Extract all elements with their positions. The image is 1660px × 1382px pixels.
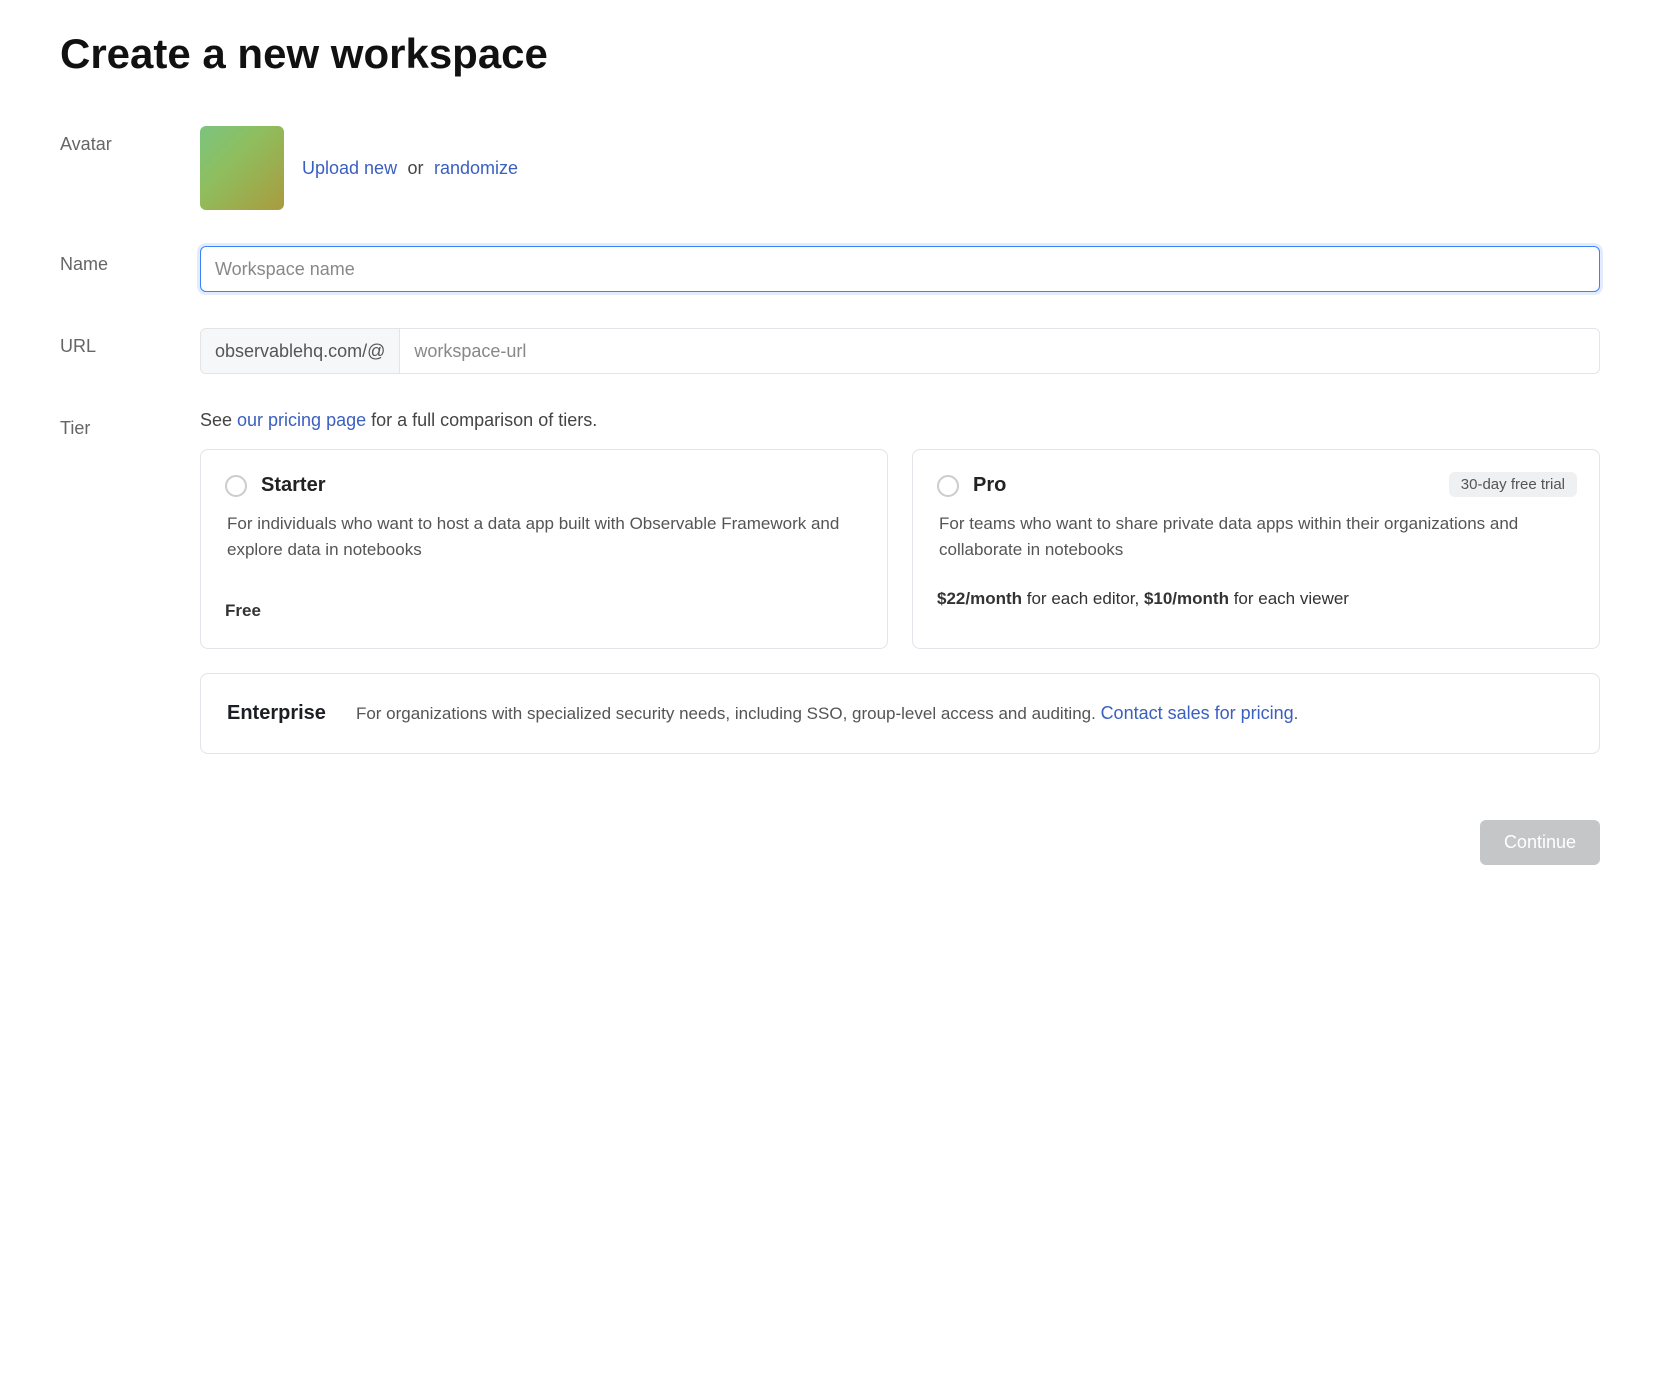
url-prefix: observablehq.com/@: [201, 329, 400, 373]
tier-pro-price: $22/month for each editor, $10/month for…: [937, 586, 1575, 612]
tier-label: Tier: [60, 410, 200, 439]
page-title: Create a new workspace: [60, 30, 1600, 78]
upload-new-link[interactable]: Upload new: [302, 158, 397, 178]
name-row: Name: [60, 246, 1600, 292]
url-field[interactable]: observablehq.com/@ workspace-url: [200, 328, 1600, 374]
url-row: URL observablehq.com/@ workspace-url: [60, 328, 1600, 374]
tier-card-starter[interactable]: Starter For individuals who want to host…: [200, 449, 888, 649]
footer-actions: Continue: [60, 820, 1600, 865]
tier-pro-desc: For teams who want to share private data…: [937, 511, 1575, 562]
tier-card-enterprise: Enterprise For organizations with specia…: [200, 673, 1600, 754]
tier-intro-suffix: for a full comparison of tiers.: [366, 410, 597, 430]
url-slug: workspace-url: [400, 329, 1599, 373]
tier-pro-title: Pro: [973, 474, 1006, 497]
tier-enterprise-title: Enterprise: [227, 702, 326, 725]
radio-icon[interactable]: [937, 475, 959, 497]
avatar-row: Avatar Upload new or randomize: [60, 126, 1600, 210]
workspace-avatar[interactable]: [200, 126, 284, 210]
tier-starter-desc: For individuals who want to host a data …: [225, 511, 863, 562]
tier-starter-title: Starter: [261, 474, 325, 497]
avatar-or-text: or: [408, 158, 424, 178]
tier-enterprise-desc: For organizations with specialized secur…: [356, 700, 1298, 727]
radio-icon[interactable]: [225, 475, 247, 497]
tier-starter-price: Free: [225, 598, 863, 624]
tier-intro-prefix: See: [200, 410, 237, 430]
randomize-link[interactable]: randomize: [434, 158, 518, 178]
tier-card-pro[interactable]: 30-day free trial Pro For teams who want…: [912, 449, 1600, 649]
name-label: Name: [60, 246, 200, 275]
tier-intro: See our pricing page for a full comparis…: [200, 410, 1600, 431]
tier-row: Tier See our pricing page for a full com…: [60, 410, 1600, 754]
workspace-name-input[interactable]: [200, 246, 1600, 292]
contact-sales-link[interactable]: Contact sales for pricing: [1101, 703, 1294, 723]
pro-trial-badge: 30-day free trial: [1449, 472, 1577, 497]
pricing-page-link[interactable]: our pricing page: [237, 410, 366, 430]
continue-button[interactable]: Continue: [1480, 820, 1600, 865]
url-label: URL: [60, 328, 200, 357]
avatar-label: Avatar: [60, 126, 200, 155]
